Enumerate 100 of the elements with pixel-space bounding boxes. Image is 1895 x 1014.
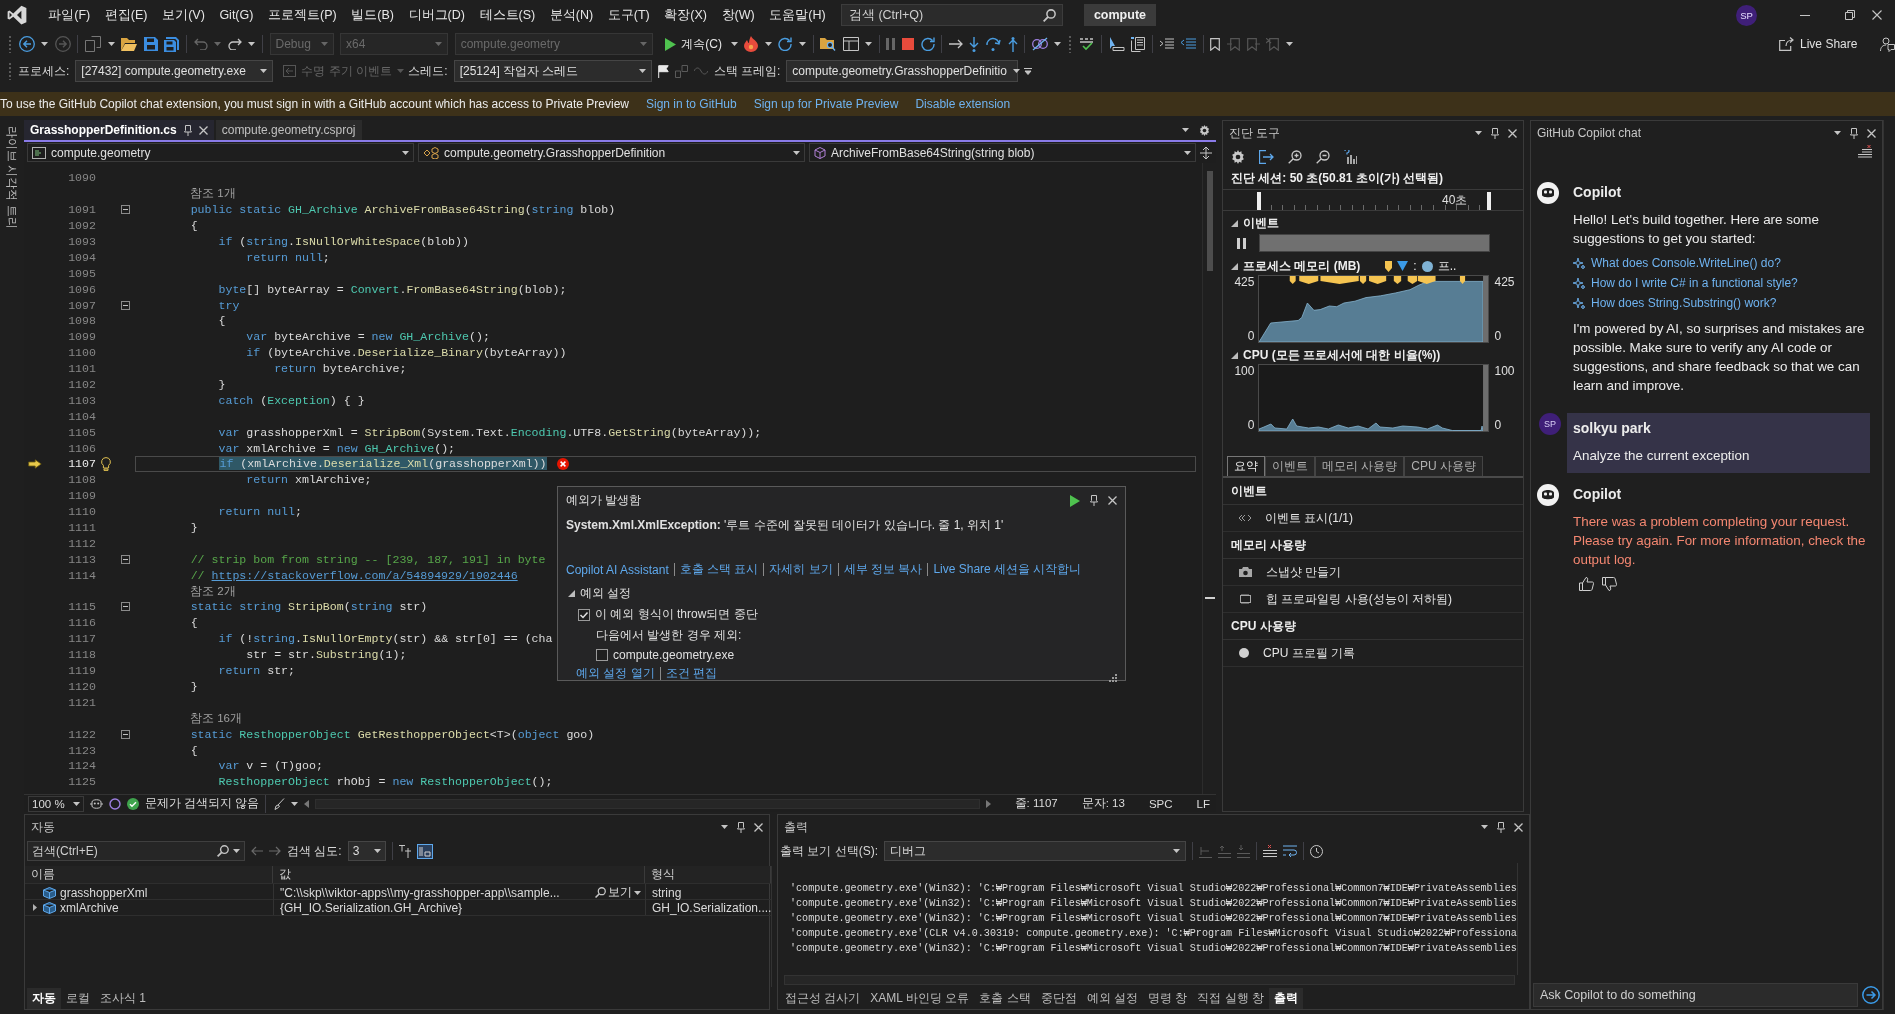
menu-item[interactable]: 보기(V) — [154, 4, 213, 26]
thumbs-down-icon[interactable] — [1602, 577, 1617, 591]
next-message-icon[interactable] — [1237, 844, 1250, 858]
gc-event-marker[interactable] — [1369, 276, 1387, 284]
caret-icon[interactable] — [764, 42, 772, 46]
gc-event-marker[interactable] — [1290, 276, 1297, 284]
popup-link[interactable]: 세부 정보 복사 — [843, 561, 923, 578]
line-ending-indicator[interactable]: LF — [1196, 797, 1210, 810]
close-icon[interactable] — [1514, 822, 1523, 832]
diagnostics-tab[interactable]: CPU 사용량 — [1404, 456, 1483, 476]
panel-tab[interactable]: 출력 — [1268, 987, 1303, 1009]
column-header[interactable]: 값 — [279, 866, 291, 883]
gc-event-marker[interactable] — [1408, 276, 1418, 284]
code-lens-reference[interactable]: 참조 2개 — [190, 583, 236, 599]
side-tab[interactable]: 라이브 시각적 트리 — [4, 122, 20, 233]
save-icon[interactable] — [143, 37, 158, 51]
issues-status[interactable]: 문제가 검색되지 않음 — [144, 796, 259, 811]
restart-debug-icon[interactable] — [920, 37, 935, 51]
menu-item[interactable]: Git(G) — [212, 6, 261, 24]
popup-link[interactable]: 예외 설정 열기 — [576, 665, 655, 682]
menu-item[interactable]: 도움말(H) — [761, 4, 833, 26]
panel-tab[interactable]: 명령 창 — [1142, 987, 1193, 1009]
menu-item[interactable]: 편집(E) — [97, 4, 155, 26]
code-lens-reference[interactable]: 참조 1개 — [190, 186, 236, 202]
send-icon[interactable] — [1862, 986, 1880, 1004]
collapse-icon[interactable] — [121, 602, 130, 612]
thumbs-up-icon[interactable] — [1579, 577, 1594, 591]
toolbar-grip[interactable] — [8, 35, 12, 53]
suggestion-link[interactable]: What does Console.WriteLine() do? — [1591, 254, 1781, 273]
caret-icon[interactable] — [1481, 825, 1488, 829]
redo-icon[interactable] — [227, 38, 242, 50]
process-dropdown[interactable]: [27432] compute.geometry.exe — [75, 60, 274, 82]
menu-item[interactable]: 빌드(B) — [344, 4, 402, 26]
visualizer-button[interactable]: 보기 — [591, 884, 645, 901]
summary-action-link[interactable]: 스냅샷 만들기 — [1266, 563, 1342, 581]
editor-tab[interactable]: GrasshopperDefinition.cs — [24, 120, 214, 140]
checkbox[interactable] — [596, 649, 608, 661]
member-dropdown[interactable]: ArchiveFromBase64String(string blob) — [809, 143, 1196, 162]
show-next-statement-icon[interactable] — [948, 39, 963, 49]
panel-tab[interactable]: XAML 바인딩 오류 — [865, 987, 975, 1009]
minimize-icon[interactable] — [1799, 14, 1810, 16]
undo-icon[interactable] — [193, 38, 208, 50]
scroll-right-icon[interactable] — [985, 799, 991, 808]
expand-triangle-icon[interactable] — [33, 904, 37, 911]
pin-to-source-icon[interactable] — [398, 844, 411, 858]
suggestion-link[interactable]: How does String.Substring() work? — [1591, 294, 1777, 313]
continue-button[interactable]: 계속(C) — [663, 35, 724, 53]
search-field[interactable]: 검색(Ctrl+E) — [27, 841, 245, 861]
text-check-icon[interactable] — [1078, 37, 1095, 51]
whitespace-indicator[interactable]: SPC — [1148, 797, 1173, 810]
info-bar-link[interactable]: Disable extension — [915, 97, 1011, 111]
menu-item[interactable]: 테스트(S) — [472, 4, 543, 26]
previous-message-icon[interactable] — [1218, 844, 1231, 858]
timeline-ruler[interactable]: 40초 — [1223, 189, 1523, 211]
diagnostics-tab[interactable]: 메모리 사용량 — [1315, 456, 1405, 476]
collapse-icon[interactable] — [121, 300, 130, 310]
toolbar-overflow-icon[interactable] — [1024, 67, 1033, 75]
disclosure-triangle-icon[interactable] — [1231, 262, 1238, 270]
step-out-icon[interactable] — [1007, 36, 1018, 52]
selection-handle[interactable] — [1487, 192, 1491, 210]
caret-icon[interactable] — [1834, 131, 1841, 135]
menu-item[interactable]: 분석(N) — [542, 4, 601, 26]
find-in-files-icon[interactable] — [820, 37, 837, 51]
caret-icon[interactable] — [1285, 42, 1293, 46]
type-dropdown[interactable]: compute.geometry.GrasshopperDefinition — [418, 143, 805, 162]
zoom-dropdown[interactable]: 100 % — [28, 795, 84, 812]
caret-icon[interactable] — [1182, 128, 1189, 132]
disclosure-triangle-icon[interactable] — [1231, 351, 1238, 359]
stop-icon[interactable] — [902, 38, 915, 50]
caret-icon[interactable] — [291, 801, 298, 806]
zoom-out-icon[interactable] — [1316, 150, 1330, 164]
caret-icon[interactable] — [865, 42, 873, 46]
info-bar-link[interactable]: Sign up for Private Preview — [753, 97, 899, 111]
gc-event-marker[interactable] — [1460, 276, 1466, 284]
caret-icon[interactable] — [72, 801, 80, 806]
sparkle-icon[interactable] — [1573, 297, 1585, 310]
clock-icon[interactable] — [1310, 844, 1323, 858]
resize-grip-icon[interactable] — [1108, 673, 1117, 682]
project-dropdown[interactable]: compute.geometry — [27, 143, 414, 162]
panel-tab[interactable]: 예외 설정 — [1081, 987, 1143, 1009]
close-icon[interactable] — [198, 125, 208, 135]
toolbar-grip[interactable] — [8, 62, 12, 80]
summary-action-link[interactable]: 이벤트 표시(1/1) — [1265, 509, 1353, 527]
thread-dropdown[interactable]: [25124] 작업자 스레드 — [453, 60, 652, 82]
sparkle-icon[interactable] — [1573, 257, 1585, 270]
open-folder-icon[interactable] — [121, 37, 138, 51]
two-squares-icon[interactable] — [674, 64, 688, 78]
back-arrow-icon[interactable] — [251, 846, 263, 856]
toolbar-grip[interactable] — [1068, 35, 1072, 53]
save-all-icon[interactable] — [164, 36, 180, 52]
caret-icon[interactable] — [634, 890, 641, 895]
export-icon[interactable] — [1259, 150, 1274, 164]
popup-link[interactable]: 호출 스택 표시 — [679, 561, 759, 578]
caret-icon[interactable] — [248, 42, 256, 46]
app-logo-icon[interactable] — [7, 5, 27, 25]
indent-icon[interactable] — [1159, 38, 1174, 50]
panel-tab[interactable]: 자동 — [27, 987, 61, 1009]
info-bar-link[interactable]: Sign in to GitHub — [646, 97, 737, 111]
summary-action-link[interactable]: 힙 프로파일링 사용(성능이 저하됨) — [1266, 590, 1452, 608]
depth-dropdown[interactable]: 3 — [347, 841, 386, 861]
